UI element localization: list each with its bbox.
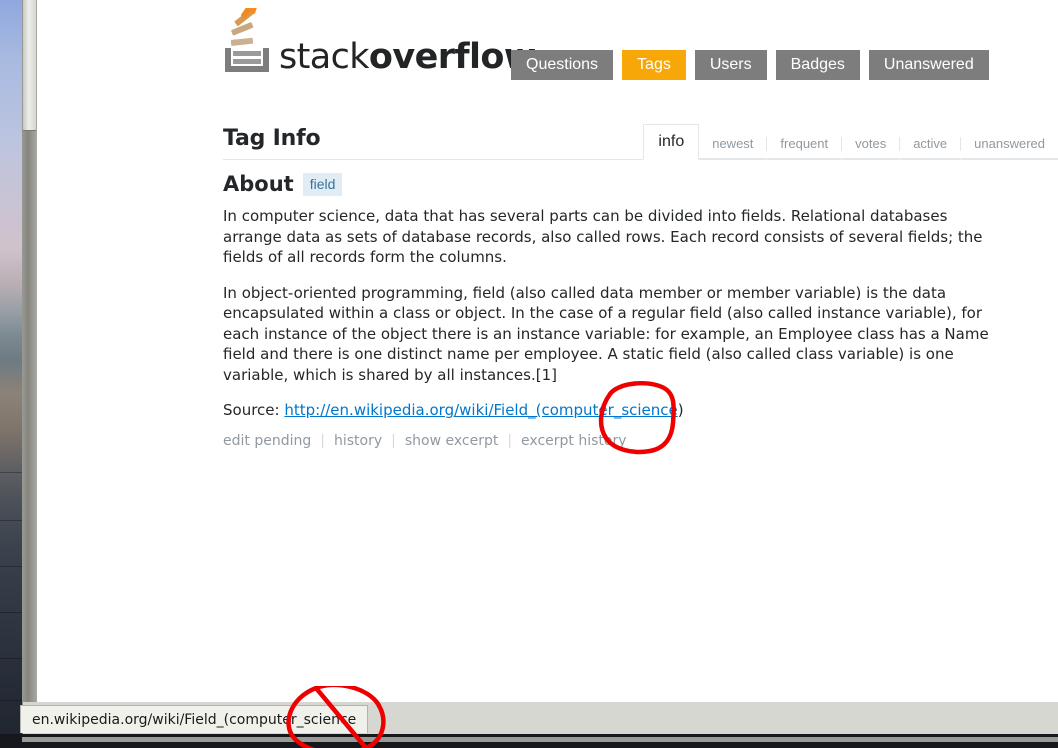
page-vertical-scrollbar[interactable] <box>22 0 37 702</box>
page-title: Tag Info <box>223 126 321 151</box>
nav-button-tags[interactable]: Tags <box>622 50 686 80</box>
main-navigation: Questions Tags Users Badges Unanswered <box>511 50 989 80</box>
action-separator: | <box>391 432 396 449</box>
site-logo-link[interactable]: stackoverflow <box>223 4 536 84</box>
excerpt-actions: edit pending | history | show excerpt | … <box>223 433 995 449</box>
logo-text-light: stack <box>279 37 370 77</box>
source-label: Source: <box>223 401 280 419</box>
tag-info-bar: Tag Info info newest frequent votes acti… <box>223 118 1058 160</box>
about-heading-label: About <box>223 172 294 196</box>
tag-excerpt-body: In computer science, data that has sever… <box>223 206 995 449</box>
source-line: Source: http://en.wikipedia.org/wiki/Fie… <box>223 400 995 421</box>
action-history[interactable]: history <box>334 433 382 449</box>
nav-button-unanswered[interactable]: Unanswered <box>868 50 989 80</box>
desktop-wallpaper <box>0 0 22 748</box>
tab-frequent[interactable]: frequent <box>767 128 842 159</box>
tab-active[interactable]: active <box>900 128 961 159</box>
site-header: stackoverflow Questions Tags Users Badge… <box>223 0 1058 100</box>
site-logo-wordmark: stackoverflow <box>279 40 536 75</box>
action-show-excerpt[interactable]: show excerpt <box>405 433 498 449</box>
screen: stackoverflow Questions Tags Users Badge… <box>0 0 1058 748</box>
action-edit-pending[interactable]: edit pending <box>223 433 311 449</box>
tab-votes[interactable]: votes <box>842 128 900 159</box>
source-wikipedia-link[interactable]: http://en.wikipedia.org/wiki/Field_(comp… <box>284 401 677 419</box>
action-separator: | <box>320 432 325 449</box>
stackoverflow-logo-icon <box>225 8 269 72</box>
source-trailing-paren: ) <box>677 401 684 419</box>
tab-unanswered[interactable]: unanswered <box>961 128 1058 159</box>
excerpt-paragraph-2: In object-oriented programming, field (a… <box>223 283 989 384</box>
action-separator: | <box>507 432 513 449</box>
excerpt-paragraph-1: In computer science, data that has sever… <box>223 207 983 266</box>
tag-chip-field[interactable]: field <box>302 172 343 196</box>
window-bottom-edge <box>22 737 1058 742</box>
nav-button-users[interactable]: Users <box>694 50 767 80</box>
about-heading: About field <box>223 170 343 198</box>
scrollbar-thumb[interactable] <box>23 0 36 131</box>
tab-newest[interactable]: newest <box>699 128 767 159</box>
status-bar-text: en.wikipedia.org/wiki/Field_(computer_sc… <box>32 711 357 728</box>
nav-button-badges[interactable]: Badges <box>775 50 860 80</box>
link-target-status-bar: en.wikipedia.org/wiki/Field_(computer_sc… <box>20 705 369 733</box>
page-viewport: stackoverflow Questions Tags Users Badge… <box>37 0 1058 702</box>
tag-tab-navigation: info newest frequent votes active unansw… <box>643 123 1058 160</box>
nav-button-questions[interactable]: Questions <box>511 50 614 80</box>
tab-info[interactable]: info <box>643 124 700 160</box>
action-excerpt-history[interactable]: excerpt history <box>521 433 626 449</box>
